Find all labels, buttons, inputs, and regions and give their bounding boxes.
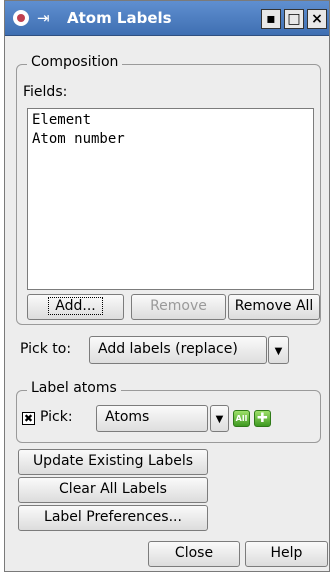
pick-to-select[interactable]: Add labels (replace) [89,336,267,364]
pin-icon[interactable]: ⇥ [37,9,50,27]
clear-all-labels-button[interactable]: Clear All Labels [18,477,208,503]
label-atoms-legend: Label atoms [27,380,121,396]
update-label: Update Existing Labels [32,453,194,469]
fields-label: Fields: [23,84,68,100]
minimize-button[interactable]: ▪ [261,9,281,29]
fields-list[interactable]: Element Atom number [27,108,314,290]
clear-label: Clear All Labels [59,481,167,497]
pick-value: Atoms [105,409,150,425]
update-existing-labels-button[interactable]: Update Existing Labels [18,449,208,475]
pick-label: Pick: [40,409,73,425]
chevron-down-icon: ▼ [274,346,283,357]
remove-button[interactable]: Remove [131,294,226,320]
help-button-label: Help [270,545,303,561]
add-button[interactable]: Add... [27,294,124,320]
composition-legend: Composition [27,54,123,70]
close-button-label: Close [174,545,214,561]
select-all-icon[interactable]: All [233,410,250,427]
title-bar[interactable]: ⇥ Atom Labels ▪ □ × [5,1,329,36]
add-selection-icon[interactable]: ✚ [254,410,271,427]
remove-all-button[interactable]: Remove All [228,294,320,320]
atom-labels-window: ⇥ Atom Labels ▪ □ × Composition Fields: … [4,0,330,572]
label-preferences-button[interactable]: Label Preferences... [18,505,208,531]
close-button[interactable]: Close [148,541,240,567]
close-window-button[interactable]: × [307,9,327,29]
pick-dropdown-button[interactable]: ▼ [210,405,229,432]
remove-all-button-label: Remove All [234,298,314,314]
pick-select[interactable]: Atoms [96,405,208,432]
pick-to-label: Pick to: [20,341,72,357]
list-item[interactable]: Atom number [32,130,309,149]
pick-checkbox[interactable]: ✖ [22,412,35,425]
pick-to-dropdown-button[interactable]: ▼ [268,336,289,364]
pick-to-value: Add labels (replace) [98,341,238,357]
label-atoms-group: Label atoms ✖ Pick: Atoms ▼ All ✚ [16,380,321,443]
app-icon[interactable] [13,10,29,26]
help-button[interactable]: Help [245,541,328,567]
chevron-down-icon: ▼ [215,414,224,425]
remove-button-label: Remove [150,298,207,314]
composition-group: Composition Fields: Element Atom number … [16,54,321,325]
window-title: Atom Labels [67,9,172,27]
maximize-button[interactable]: □ [284,9,304,29]
list-item[interactable]: Element [32,111,309,130]
add-button-label: Add... [48,297,103,315]
prefs-label: Label Preferences... [44,509,182,525]
